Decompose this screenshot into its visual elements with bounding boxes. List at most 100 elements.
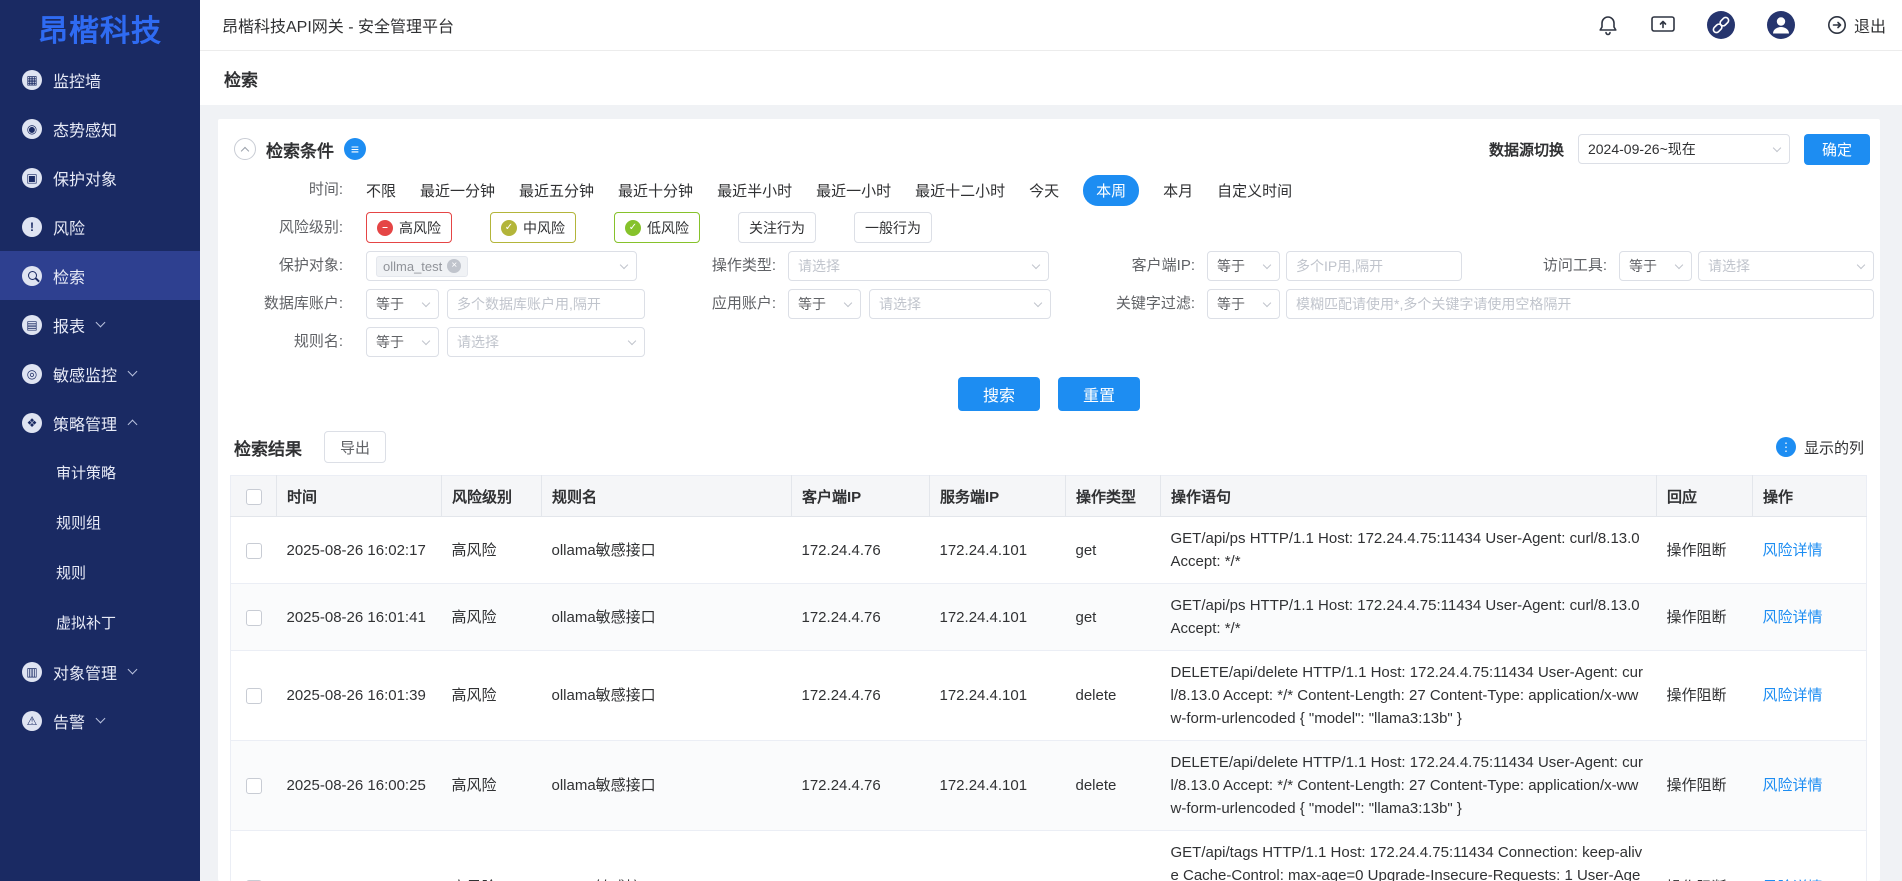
sidebar-subitem-audit-policy[interactable]: 审计策略 [0,447,200,497]
low-risk-icon: ✓ [625,220,641,236]
time-option[interactable]: 最近十分钟 [618,180,693,201]
cell-op-type: get [1066,517,1161,584]
chevron-down-icon [1773,143,1781,151]
sidebar-subitem-rule-group[interactable]: 规则组 [0,497,200,547]
confirm-button[interactable]: 确定 [1804,134,1870,165]
keyword-input[interactable] [1286,289,1874,319]
keyword-operator-select[interactable]: 等于 [1207,289,1280,319]
cell-response: 操作阻断 [1657,651,1753,741]
risk-option-label: 一般行为 [865,218,921,238]
time-option[interactable]: 本月 [1163,180,1193,201]
header-response[interactable]: 回应 [1657,476,1753,517]
time-option[interactable]: 最近半小时 [717,180,792,201]
watch-behavior-button[interactable]: 关注行为 [738,212,816,243]
sidebar-item-object-management[interactable]: ▥ 对象管理 [0,647,200,696]
select-placeholder: 请选择 [1708,256,1750,276]
notification-bell-icon[interactable] [1596,13,1620,37]
rule-name-operator-select[interactable]: 等于 [366,327,439,357]
db-account-operator-select[interactable]: 等于 [366,289,439,319]
sidebar-item-sensitive-monitor[interactable]: ◎ 敏感监控 [0,349,200,398]
time-option-selected[interactable]: 本周 [1083,175,1139,206]
medium-risk-button[interactable]: ✓ 中风险 [490,212,576,243]
risk-detail-link[interactable]: 风险详情 [1763,687,1823,704]
sidebar-subitem-virtual-patch[interactable]: 虚拟补丁 [0,597,200,647]
sidebar-item-risk[interactable]: ! 风险 [0,202,200,251]
reset-button[interactable]: 重置 [1058,377,1140,411]
saved-conditions-icon[interactable]: ≡ [344,138,366,160]
sidebar-item-situation-awareness[interactable]: ◉ 态势感知 [0,104,200,153]
low-risk-button[interactable]: ✓ 低风险 [614,212,700,243]
time-option[interactable]: 最近一小时 [816,180,891,201]
sidebar-item-monitor-wall[interactable]: ▦ 监控墙 [0,55,200,104]
sidebar-item-policy-management[interactable]: ❖ 策略管理 [0,398,200,447]
chevron-down-icon [422,298,430,306]
datasource-select[interactable]: 2024-09-26~现在 [1578,134,1790,164]
access-tool-select[interactable]: 请选择 [1698,251,1874,281]
sidebar-item-reports[interactable]: ▤ 报表 [0,300,200,349]
link-icon[interactable] [1706,10,1736,40]
time-option[interactable]: 自定义时间 [1217,180,1292,201]
sidebar-item-protected-objects[interactable]: ▣ 保护对象 [0,153,200,202]
row-checkbox[interactable] [246,543,262,559]
logout-label: 退出 [1854,13,1886,37]
checkbox-cell [231,517,277,584]
cell-risk: 高风险 [442,651,542,741]
app-account-label: 应用账户: [656,289,776,319]
protect-object-select[interactable]: ollma_test × [366,251,637,281]
export-button[interactable]: 导出 [324,431,386,463]
time-option[interactable]: 今天 [1029,180,1059,201]
rule-name-select[interactable]: 请选择 [447,327,645,357]
search-actions: 搜索 重置 [218,377,1880,411]
risk-detail-link[interactable]: 风险详情 [1763,542,1823,559]
risk-detail-link[interactable]: 风险详情 [1763,609,1823,626]
sidebar-item-alarm[interactable]: ⚠ 告警 [0,696,200,745]
table-row: 2025-08-26 16:01:41 高风险 ollama敏感接口 172.2… [231,584,1867,651]
header-operation-type[interactable]: 操作类型 [1066,476,1161,517]
app-account-operator-select[interactable]: 等于 [788,289,861,319]
operation-type-select[interactable]: 请选择 [788,251,1049,281]
header-risk-level[interactable]: 风险级别 [442,476,542,517]
select-all-checkbox[interactable] [246,489,262,505]
high-risk-button[interactable]: – 高风险 [366,212,452,243]
header-rule-name[interactable]: 规则名 [542,476,792,517]
header-action[interactable]: 操作 [1753,476,1867,517]
db-account-input[interactable] [447,289,645,319]
chevron-down-icon [1034,298,1042,306]
risk-options: – 高风险 ✓ 中风险 ✓ 低风险 关注行为 一般行为 [366,212,970,243]
normal-behavior-button[interactable]: 一般行为 [854,212,932,243]
header-client-ip[interactable]: 客户端IP [792,476,930,517]
app-root: 昂楷科技 ▦ 监控墙 ◉ 态势感知 ▣ 保护对象 ! 风险 检索 [0,0,1902,881]
header-time[interactable]: 时间 [277,476,442,517]
cell-response: 操作阻断 [1657,741,1753,831]
keyword-filter-label: 关键字过滤: [1075,289,1195,319]
row-checkbox[interactable] [246,778,262,794]
client-ip-operator-select[interactable]: 等于 [1207,251,1280,281]
row-checkbox[interactable] [246,688,262,704]
logout-button[interactable]: 退出 [1826,13,1886,37]
tag-label: ollma_test [383,259,442,274]
time-option[interactable]: 最近十二小时 [915,180,1005,201]
sidebar-item-search[interactable]: 检索 [0,251,200,300]
header-operation-statement[interactable]: 操作语句 [1161,476,1657,517]
time-option[interactable]: 最近五分钟 [519,180,594,201]
search-button[interactable]: 搜索 [958,377,1040,411]
sidebar-subitem-rules[interactable]: 规则 [0,547,200,597]
cell-client-ip: 172.24.4.76 [792,651,930,741]
icon-glyph: ◉ [27,122,37,136]
risk-detail-link[interactable]: 风险详情 [1763,777,1823,794]
avatar[interactable] [1766,10,1796,40]
app-account-select[interactable]: 请选择 [869,289,1051,319]
chevron-down-icon [422,336,430,344]
time-option[interactable]: 不限 [366,180,396,201]
protect-object-tag: ollma_test × [376,256,468,277]
conditions-header: 检索条件 ≡ 数据源切换 2024-09-26~现在 确定 [218,131,1880,167]
row-checkbox[interactable] [246,610,262,626]
collapse-conditions-button[interactable] [234,138,256,160]
show-columns-toggle[interactable]: ⋮ 显示的列 [1776,437,1864,458]
access-tool-operator-select[interactable]: 等于 [1619,251,1692,281]
remove-tag-icon[interactable]: × [447,259,461,273]
screen-share-icon[interactable] [1650,13,1676,37]
header-server-ip[interactable]: 服务端IP [930,476,1066,517]
client-ip-input[interactable] [1286,251,1462,281]
time-option[interactable]: 最近一分钟 [420,180,495,201]
